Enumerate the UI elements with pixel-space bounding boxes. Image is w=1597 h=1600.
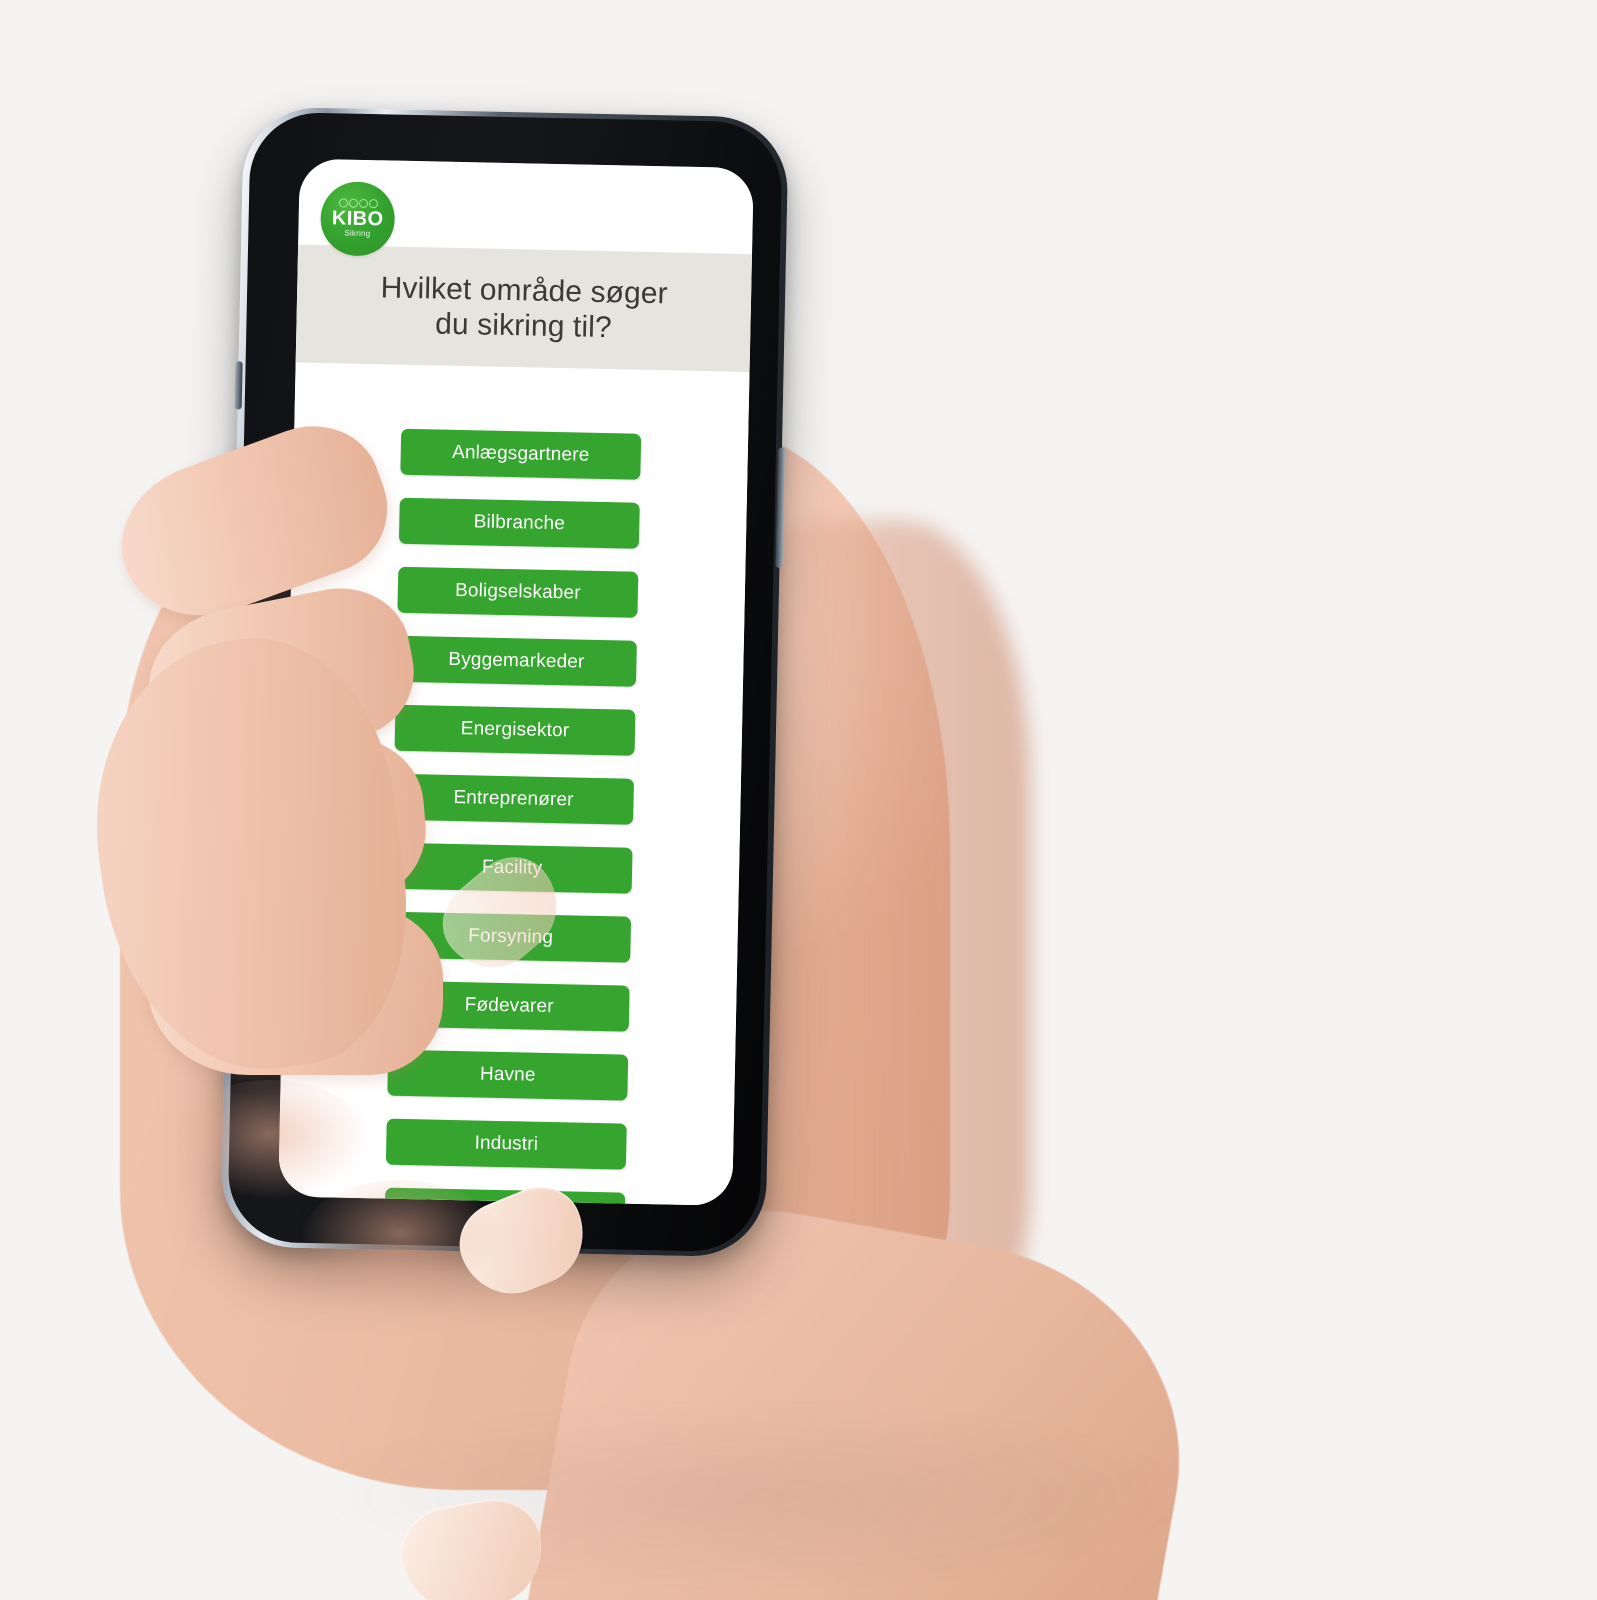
ring-fingernail xyxy=(394,1491,551,1600)
knuckle-shading-2 xyxy=(300,1180,500,1300)
index-fingernail xyxy=(426,840,578,989)
knuckle-shading-1 xyxy=(170,1080,370,1200)
hand-fingers-overlay xyxy=(0,0,1597,1600)
scene-background: KIBO Sikring Hvilket område søger du sik… xyxy=(0,0,1597,1600)
